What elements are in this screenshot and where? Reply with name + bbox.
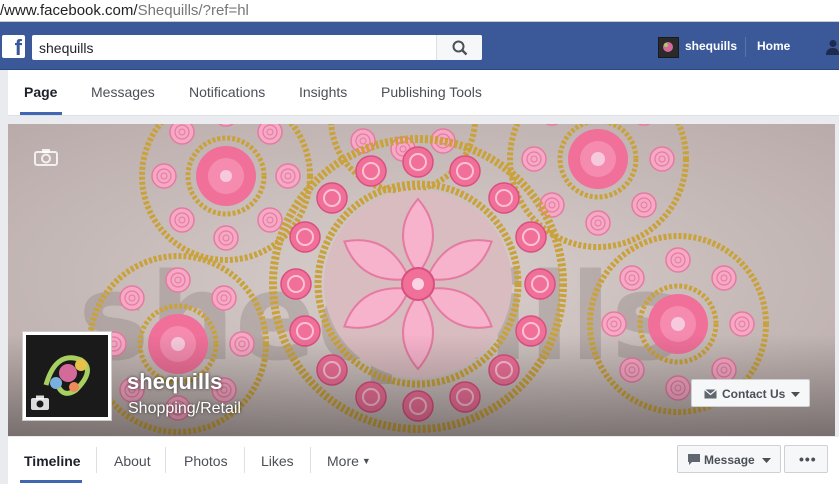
tab-timeline[interactable]: Timeline xyxy=(24,453,81,469)
tab-messages[interactable]: Messages xyxy=(91,84,155,100)
message-button[interactable]: Message xyxy=(677,445,781,473)
envelope-icon xyxy=(704,389,717,399)
tab-publishing-tools[interactable]: Publishing Tools xyxy=(381,84,482,100)
profile-camera-icon[interactable] xyxy=(30,395,50,411)
tab-about[interactable]: About xyxy=(114,453,151,469)
camera-icon[interactable] xyxy=(34,148,58,166)
tab-more[interactable]: More ▼ xyxy=(327,453,371,469)
page-title[interactable]: shequills xyxy=(127,369,222,395)
page-category[interactable]: Shopping/Retail xyxy=(128,400,241,418)
nav-user-name[interactable]: shequills xyxy=(685,39,737,53)
tab-notifications[interactable]: Notifications xyxy=(189,84,265,100)
page-admin-tabs: Page Messages Notifications Insights Pub… xyxy=(8,70,839,116)
tab-divider xyxy=(244,447,245,473)
browser-url-bar[interactable]: /www.facebook.com/Shequills/?ref=hl xyxy=(0,0,839,22)
active-tab-indicator xyxy=(20,112,62,115)
url-path: Shequills/?ref=hl xyxy=(137,2,249,19)
active-tab-indicator xyxy=(20,480,82,483)
tab-insights[interactable]: Insights xyxy=(299,84,347,100)
tab-likes[interactable]: Likes xyxy=(261,453,294,469)
message-label: Message xyxy=(704,453,755,467)
profile-picture[interactable] xyxy=(22,331,112,421)
chevron-down-icon xyxy=(791,392,800,397)
friends-icon[interactable] xyxy=(822,39,839,55)
search-icon xyxy=(452,40,468,56)
tab-page[interactable]: Page xyxy=(24,84,57,100)
message-icon xyxy=(688,454,700,465)
tab-divider xyxy=(96,447,97,473)
nav-divider xyxy=(745,37,746,57)
search-box[interactable] xyxy=(32,35,482,60)
tab-photos[interactable]: Photos xyxy=(184,453,228,469)
contact-us-label: Contact Us xyxy=(722,387,786,401)
facebook-top-bar: f shequills Home xyxy=(0,22,839,70)
user-avatar[interactable] xyxy=(658,37,679,58)
chevron-down-icon xyxy=(762,458,771,463)
more-options-button[interactable]: ••• xyxy=(784,445,828,473)
profile-image xyxy=(26,335,108,417)
search-button[interactable] xyxy=(436,35,482,60)
tab-more-label: More xyxy=(327,453,359,469)
tab-divider xyxy=(165,447,166,473)
tab-divider xyxy=(310,447,311,473)
nav-home-link[interactable]: Home xyxy=(757,39,790,53)
contact-us-button[interactable]: Contact Us xyxy=(691,379,810,407)
search-input[interactable] xyxy=(32,35,437,60)
timeline-tab-bar: Timeline About Photos Likes More ▼ Messag… xyxy=(8,437,839,484)
url-host: /www.facebook.com/ xyxy=(0,2,138,19)
caret-down-icon: ▼ xyxy=(361,456,371,466)
ellipsis-icon: ••• xyxy=(799,451,817,467)
facebook-logo-icon[interactable]: f xyxy=(2,35,25,58)
